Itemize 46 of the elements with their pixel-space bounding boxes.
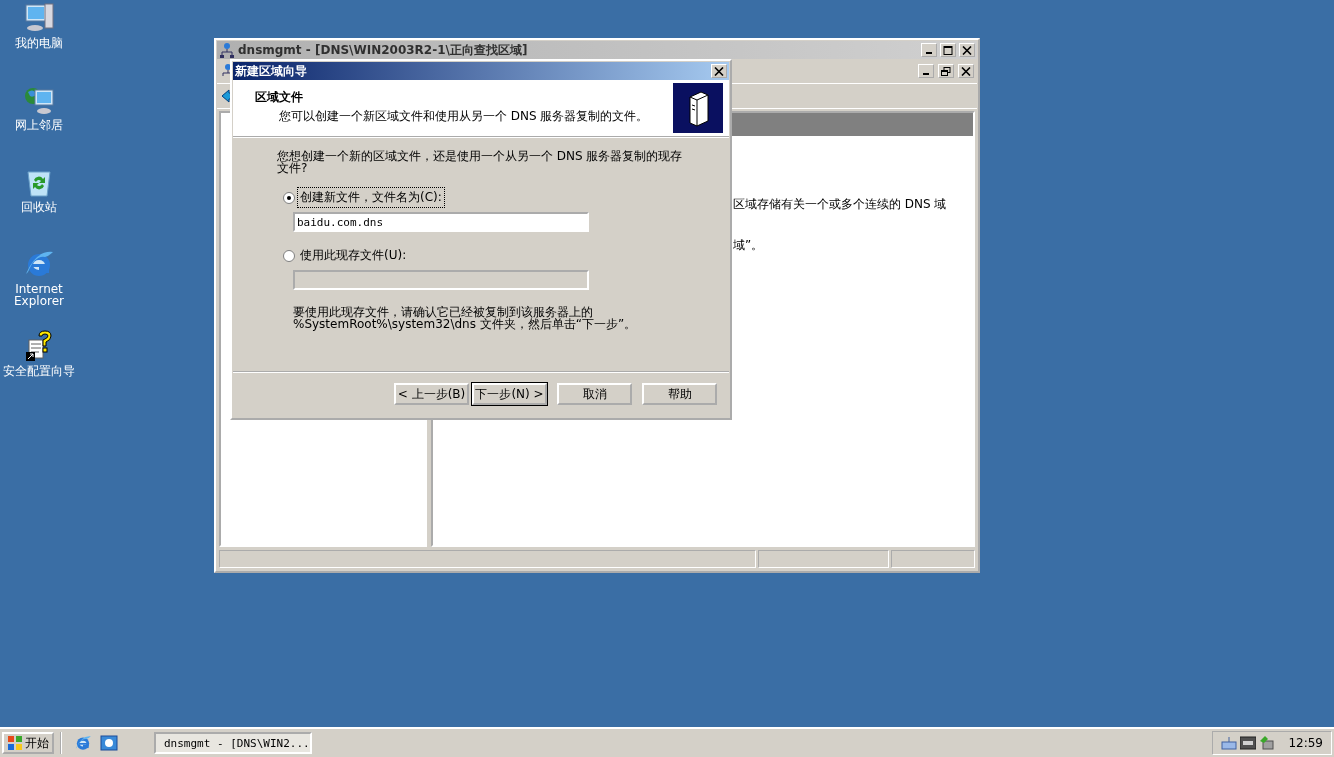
text-field[interactable]: baidu.com.dns [293,212,589,232]
question-text: 您想创建一个新的区域文件，还是使用一个从另一个 DNS 服务器复制的现存 [277,150,684,162]
radio-button[interactable] [283,249,295,262]
computer-icon[interactable] [23,2,55,34]
server-icon [673,83,723,133]
taskbar-button[interactable]: dnsmgmt - [DNS\WIN2... [154,732,312,754]
network-tree-icon [219,42,235,58]
icon-label[interactable]: 安全配置向导 [0,365,78,377]
close-icon [962,45,972,55]
browser-icon[interactable] [74,734,92,752]
close-button[interactable] [711,64,727,78]
question-text: 文件? [277,162,308,174]
icon-label[interactable]: 回收站 [0,201,78,213]
vm-tray-icon[interactable] [1240,735,1257,751]
close-icon [961,66,971,76]
wizard-button[interactable]: 取消 [557,383,632,405]
maximize-icon [943,45,953,55]
header-subtitle: 您可以创建一个新区域文件和使用从另一个 DNS 服务器复制的文件。 [278,108,650,125]
minimize-icon [923,73,929,75]
hint-text: 要使用此现存文件，请确认它已经被复制到该服务器上的 [293,306,594,318]
icon-label[interactable]: Internet Explorer [0,283,78,307]
description-text: 域”。 [733,237,765,254]
close-button[interactable] [958,64,974,78]
windows-flag-icon [7,735,23,751]
icon-label[interactable]: 网上邻居 [0,119,78,131]
restore-button[interactable] [938,64,954,78]
wizard-button[interactable]: < 上一步(B) [394,383,469,405]
wizard-button[interactable]: 帮助 [642,383,717,405]
clock: 12:59 [1288,736,1323,750]
option-label[interactable]: 使用此现存文件(U): [298,246,409,265]
start-button[interactable]: 开始 [2,732,54,754]
option-label[interactable]: 创建新文件，文件名为(C): [298,188,444,207]
minimize-button[interactable] [918,64,934,78]
radio-button[interactable] [283,191,295,204]
hint-text: %SystemRoot%\system32\dns 文件夹，然后单击“下一步”。 [293,318,638,330]
minimize-icon [926,52,932,54]
desktop-icon[interactable] [100,734,118,752]
header-title: 区域文件 [255,89,304,106]
restore-icon [941,66,951,76]
icon-label[interactable]: 我的电脑 [0,37,78,49]
dialog-title: 新建区域向导 [235,62,308,80]
document-question-icon[interactable] [23,330,55,362]
description-text: 区域存储有关一个或多个连续的 DNS 域 [733,196,948,213]
wizard-button[interactable]: 下一步(N) > [472,383,547,405]
window-title: dnsmgmt - [DNS\WIN2003R2-1\正向查找区域] [238,41,529,59]
close-icon [714,66,724,76]
